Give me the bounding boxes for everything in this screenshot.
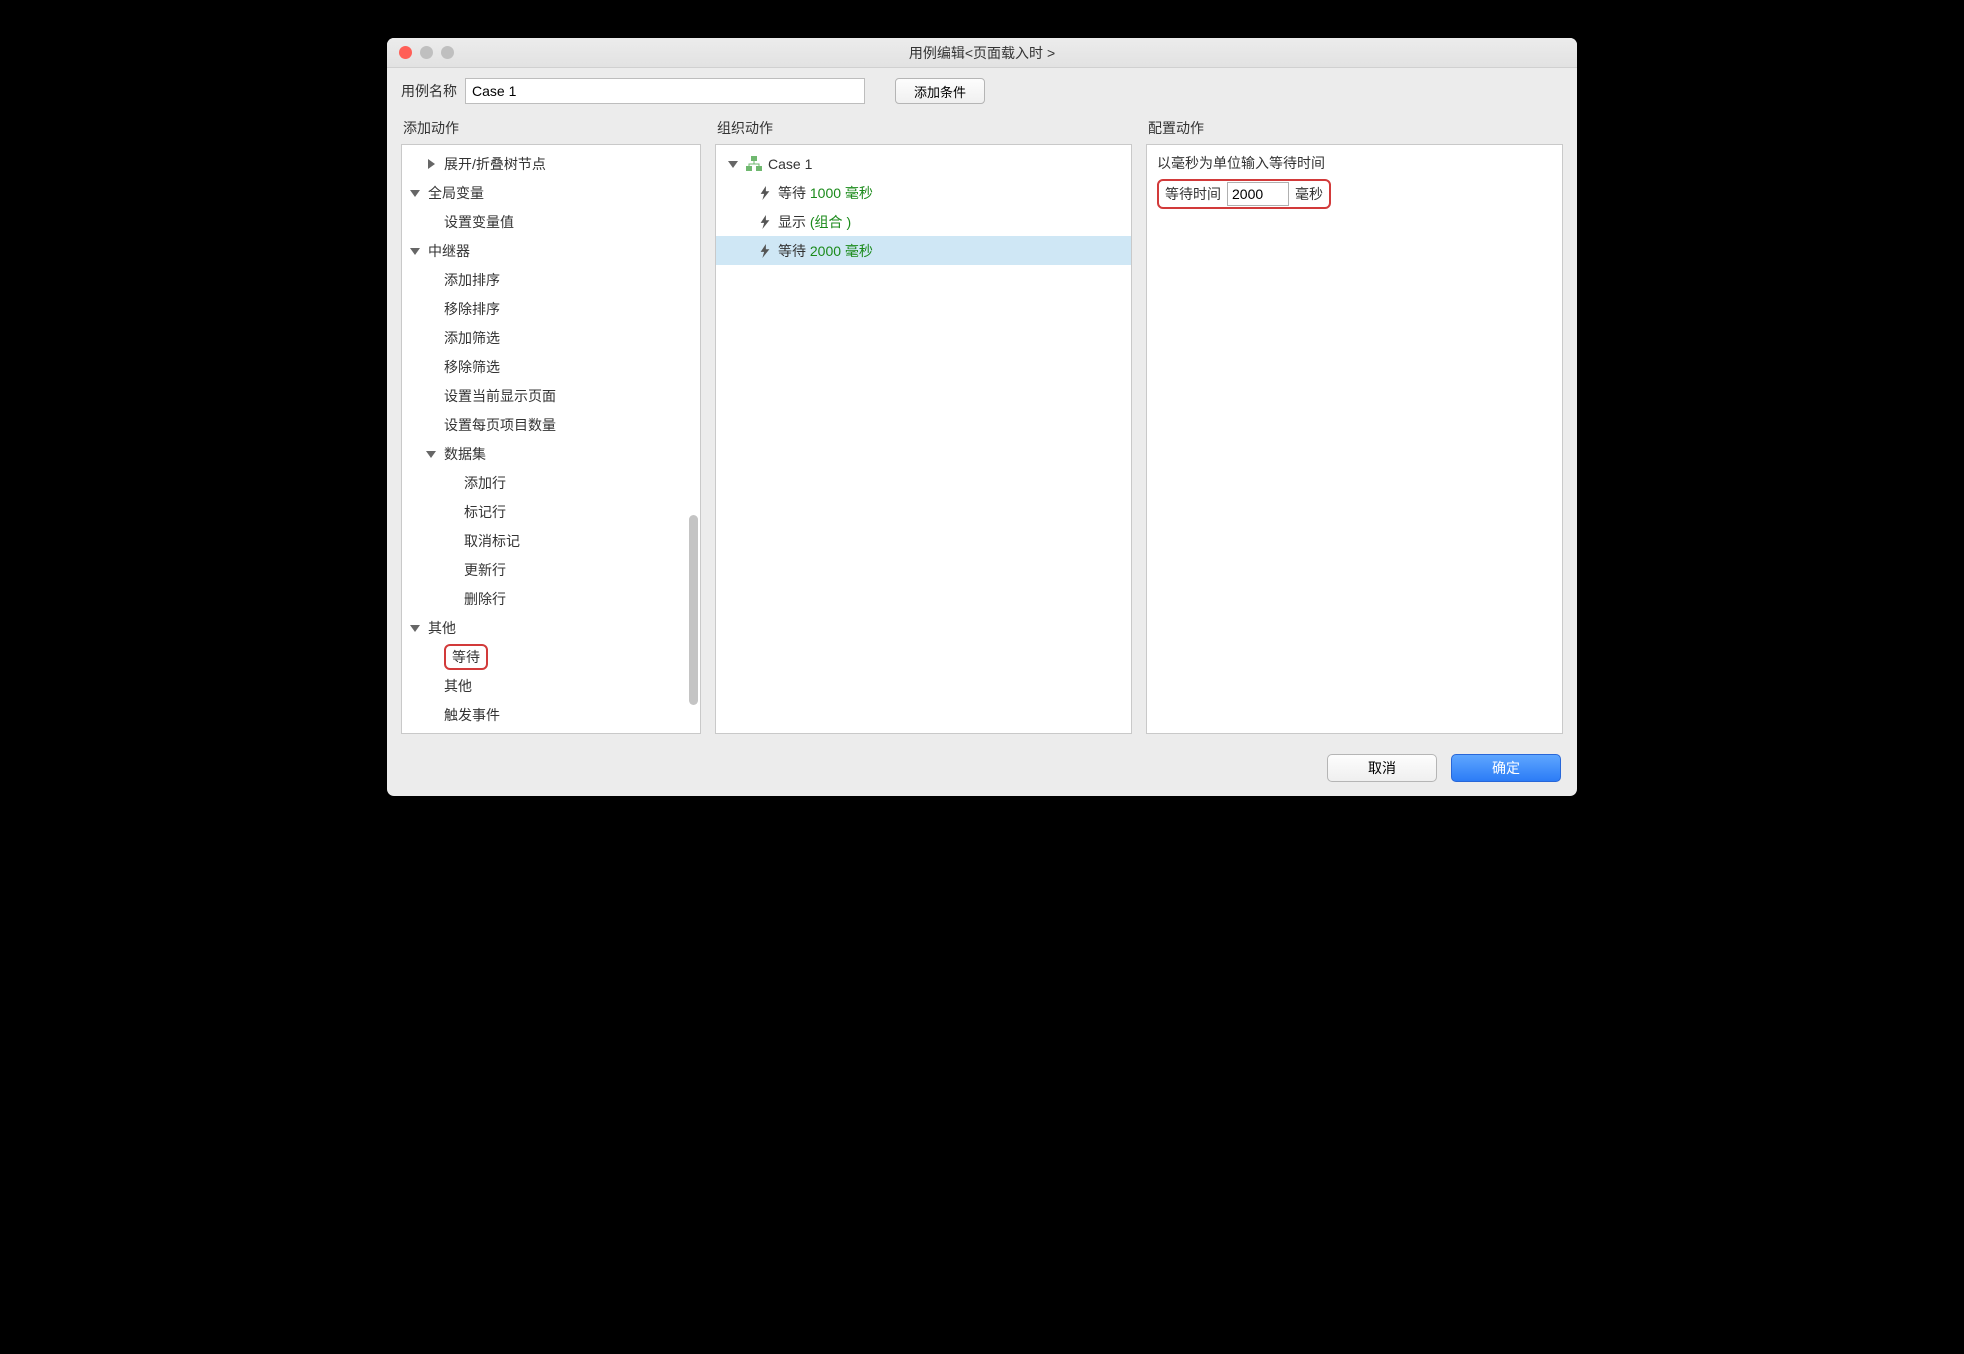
dialog-window: 用例编辑<页面载入时 > 用例名称 添加条件 添加动作 展开/折叠树节点	[387, 38, 1577, 796]
action-wait-1000[interactable]: 等待 1000 毫秒	[716, 178, 1131, 207]
config-panel: 以毫秒为单位输入等待时间 等待时间 毫秒	[1146, 144, 1563, 734]
tree-item-fire-event[interactable]: 触发事件	[402, 700, 700, 729]
highlighted-wait: 等待	[444, 644, 488, 670]
wait-time-label: 等待时间	[1165, 184, 1221, 204]
case-name-input[interactable]	[465, 78, 865, 104]
chevron-down-icon	[726, 157, 740, 171]
scrollbar[interactable]	[689, 515, 698, 705]
tree-item-add-row[interactable]: 添加行	[402, 468, 700, 497]
footer: 取消 确定	[387, 744, 1577, 796]
close-icon[interactable]	[399, 46, 412, 59]
add-condition-button[interactable]: 添加条件	[895, 78, 985, 104]
chevron-right-icon	[424, 157, 438, 171]
case-node[interactable]: Case 1	[716, 149, 1131, 178]
minimize-icon[interactable]	[420, 46, 433, 59]
tree-item-expand-collapse[interactable]: 展开/折叠树节点	[402, 149, 700, 178]
tree-item-delete-row[interactable]: 删除行	[402, 584, 700, 613]
organize-panel: Case 1 等待 1000 毫秒 显示 (组合 ) 等待 2000 毫秒	[715, 144, 1132, 734]
add-action-panel: 展开/折叠树节点 全局变量 设置变量值 中继器	[401, 144, 701, 734]
tree-item-unmark-row[interactable]: 取消标记	[402, 526, 700, 555]
tree-group-dataset[interactable]: 数据集	[402, 439, 700, 468]
case-name-label: 用例名称	[401, 81, 457, 101]
tree-group-other[interactable]: 其他	[402, 613, 700, 642]
action-wait-2000[interactable]: 等待 2000 毫秒	[716, 236, 1131, 265]
titlebar[interactable]: 用例编辑<页面载入时 >	[387, 38, 1577, 68]
window-controls	[399, 46, 454, 59]
highlighted-config: 等待时间 毫秒	[1157, 179, 1331, 209]
bolt-icon	[758, 186, 772, 200]
bolt-icon	[758, 244, 772, 258]
config-prompt: 以毫秒为单位输入等待时间	[1157, 153, 1552, 173]
window-title: 用例编辑<页面载入时 >	[909, 45, 1055, 61]
flow-icon	[746, 156, 762, 172]
organize-header: 组织动作	[715, 114, 1132, 144]
cancel-button[interactable]: 取消	[1327, 754, 1437, 782]
chevron-down-icon	[408, 186, 422, 200]
wait-time-unit: 毫秒	[1295, 184, 1323, 204]
chevron-down-icon	[408, 244, 422, 258]
zoom-icon[interactable]	[441, 46, 454, 59]
tree-item-set-current-page[interactable]: 设置当前显示页面	[402, 381, 700, 410]
bolt-icon	[758, 215, 772, 229]
action-show[interactable]: 显示 (组合 )	[716, 207, 1131, 236]
tree-item-add-sort[interactable]: 添加排序	[402, 265, 700, 294]
wait-time-input[interactable]	[1227, 182, 1289, 206]
tree-item-remove-sort[interactable]: 移除排序	[402, 294, 700, 323]
tree-item-add-filter[interactable]: 添加筛选	[402, 323, 700, 352]
tree-item-set-items-per-page[interactable]: 设置每页项目数量	[402, 410, 700, 439]
add-action-header: 添加动作	[401, 114, 701, 144]
tree-item-set-var[interactable]: 设置变量值	[402, 207, 700, 236]
actions-tree: 展开/折叠树节点 全局变量 设置变量值 中继器	[402, 145, 700, 733]
tree-item-mark-row[interactable]: 标记行	[402, 497, 700, 526]
tree-item-remove-filter[interactable]: 移除筛选	[402, 352, 700, 381]
config-header: 配置动作	[1146, 114, 1563, 144]
tree-item-wait[interactable]: 等待	[402, 642, 700, 671]
tree-group-global-var[interactable]: 全局变量	[402, 178, 700, 207]
toolbar: 用例名称 添加条件	[387, 68, 1577, 110]
tree-item-other[interactable]: 其他	[402, 671, 700, 700]
tree-item-update-row[interactable]: 更新行	[402, 555, 700, 584]
chevron-down-icon	[424, 447, 438, 461]
chevron-down-icon	[408, 621, 422, 635]
ok-button[interactable]: 确定	[1451, 754, 1561, 782]
tree-group-repeater[interactable]: 中继器	[402, 236, 700, 265]
